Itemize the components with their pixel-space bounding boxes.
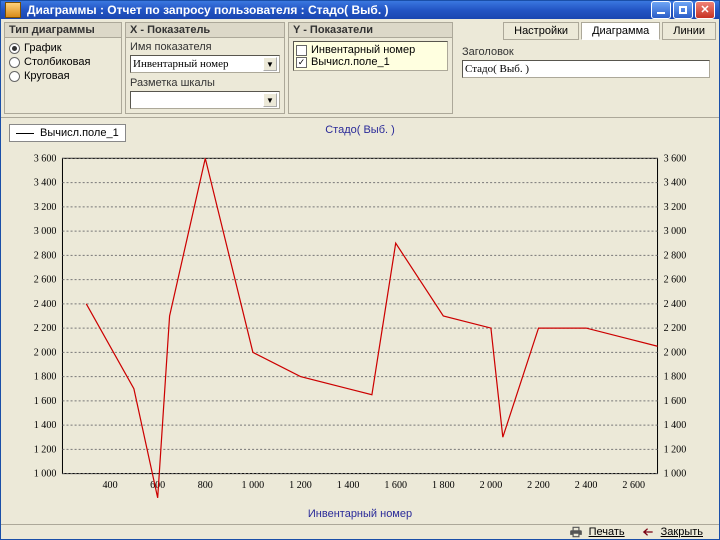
legend: Вычисл.поле_1 (9, 124, 126, 142)
panel-y-indicators: Y - Показатели Инвентарный номер ✓ Вычис… (288, 22, 453, 114)
title-label: Заголовок (462, 46, 710, 58)
svg-text:2 200: 2 200 (527, 480, 550, 491)
x-axis-label: Инвентарный номер (7, 508, 713, 520)
svg-text:1 600: 1 600 (664, 396, 687, 407)
svg-text:3 200: 3 200 (34, 202, 57, 213)
svg-text:2 400: 2 400 (34, 299, 57, 310)
panel-chart-type: Тип диаграммы График Столбиковая Кругова… (4, 22, 122, 114)
svg-text:1 800: 1 800 (432, 480, 455, 491)
svg-text:2 800: 2 800 (34, 250, 57, 261)
y-checklist: Инвентарный номер ✓ Вычисл.поле_1 (293, 41, 448, 71)
back-arrow-icon (641, 525, 655, 539)
radio-bar[interactable]: Столбиковая (9, 55, 117, 69)
svg-text:3 000: 3 000 (34, 226, 57, 237)
svg-text:3 000: 3 000 (664, 226, 687, 237)
radio-icon (9, 43, 20, 54)
svg-text:800: 800 (198, 480, 213, 491)
panel-x-indicator: X - Показатель Имя показателя Инвентарны… (125, 22, 285, 114)
svg-text:2 600: 2 600 (622, 480, 645, 491)
chart-canvas: 1 000 1 000 1 200 1 200 1 400 1 400 1 600 1 600… (7, 138, 713, 504)
control-panel: Тип диаграммы График Столбиковая Кругова… (1, 19, 719, 118)
radio-pie[interactable]: Круговая (9, 69, 117, 83)
svg-text:2 800: 2 800 (664, 250, 687, 261)
panel-title: Y - Показатели (289, 23, 452, 38)
window-title: Диаграммы : Отчет по запросу пользовател… (27, 3, 389, 17)
svg-text:2 000: 2 000 (34, 347, 57, 358)
svg-text:1 800: 1 800 (664, 372, 687, 383)
tab-settings[interactable]: Настройки (503, 22, 579, 40)
svg-text:1 200: 1 200 (664, 444, 687, 455)
svg-text:2 200: 2 200 (34, 323, 57, 334)
panel-title: X - Показатель (126, 23, 284, 38)
svg-text:1 400: 1 400 (337, 480, 360, 491)
chart-area: Вычисл.поле_1 Стадо( Выб. ) 1 0001 0001 … (1, 118, 719, 524)
panel-title: Тип диаграммы (5, 23, 121, 38)
svg-text:3 600: 3 600 (664, 153, 687, 164)
svg-text:3 600: 3 600 (34, 153, 57, 164)
svg-text:2 200: 2 200 (664, 323, 687, 334)
radio-graph[interactable]: График (9, 41, 117, 55)
svg-text:1 200: 1 200 (34, 444, 57, 455)
checkbox-icon (296, 45, 307, 56)
svg-text:1 000: 1 000 (34, 469, 57, 480)
field-label: Имя показателя (130, 41, 280, 53)
close-button[interactable]: ✕ (695, 1, 715, 19)
svg-text:1 800: 1 800 (34, 372, 57, 383)
x-scale-select[interactable]: ▼ (130, 91, 280, 109)
tab-chart[interactable]: Диаграмма (581, 22, 660, 40)
panel-right: Настройки Диаграмма Линии Заголовок Стад… (456, 22, 716, 114)
minimize-button[interactable] (651, 1, 671, 19)
app-icon (5, 2, 21, 18)
svg-text:1 600: 1 600 (34, 396, 57, 407)
svg-text:3 200: 3 200 (664, 202, 687, 213)
svg-text:2 000: 2 000 (480, 480, 503, 491)
scale-label: Разметка шкалы (130, 77, 280, 89)
svg-text:1 600: 1 600 (384, 480, 407, 491)
maximize-button[interactable] (673, 1, 693, 19)
radio-icon (9, 71, 20, 82)
y-item-0[interactable]: Инвентарный номер (296, 44, 445, 56)
chevron-down-icon: ▼ (263, 93, 277, 107)
svg-text:1 000: 1 000 (664, 469, 687, 480)
titlebar: Диаграммы : Отчет по запросу пользовател… (1, 1, 719, 19)
checkbox-icon: ✓ (296, 57, 307, 68)
y-item-1[interactable]: ✓ Вычисл.поле_1 (296, 56, 445, 68)
print-button[interactable]: Печать (569, 525, 625, 539)
svg-text:3 400: 3 400 (664, 178, 687, 189)
svg-text:2 000: 2 000 (664, 347, 687, 358)
svg-text:2 400: 2 400 (575, 480, 598, 491)
svg-text:2 600: 2 600 (34, 275, 57, 286)
close-footer-button[interactable]: Закрыть (641, 525, 703, 539)
svg-text:2 600: 2 600 (664, 275, 687, 286)
footer: Печать Закрыть (1, 524, 719, 539)
svg-text:400: 400 (103, 480, 118, 491)
svg-text:3 400: 3 400 (34, 178, 57, 189)
tab-lines[interactable]: Линии (662, 22, 716, 40)
svg-text:2 400: 2 400 (664, 299, 687, 310)
svg-text:1 400: 1 400 (34, 420, 57, 431)
chevron-down-icon: ▼ (263, 57, 277, 71)
svg-text:1 200: 1 200 (289, 480, 312, 491)
legend-line-icon (16, 133, 34, 134)
svg-text:1 400: 1 400 (664, 420, 687, 431)
x-field-select[interactable]: Инвентарный номер ▼ (130, 55, 280, 73)
svg-text:1 000: 1 000 (242, 480, 265, 491)
radio-icon (9, 57, 20, 68)
chart-title-input[interactable]: Стадо( Выб. ) (462, 60, 710, 78)
printer-icon (569, 525, 583, 539)
